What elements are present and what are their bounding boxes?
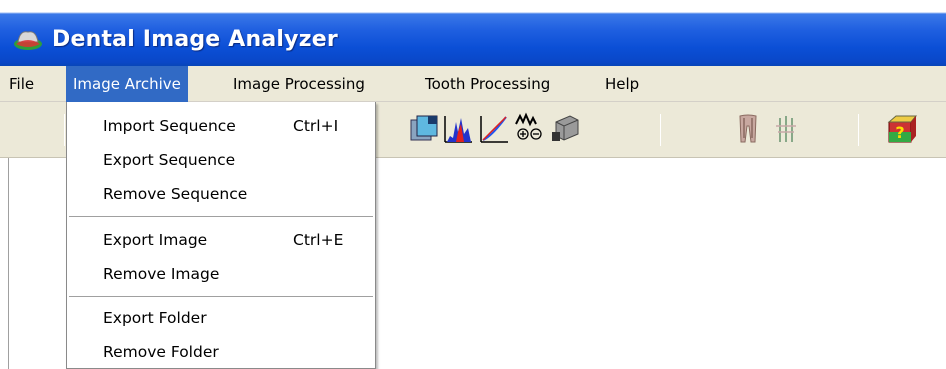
title-bar: Dental Image Analyzer <box>0 0 946 66</box>
menu-help[interactable]: Help <box>598 66 646 102</box>
menu-item-label: Export Image <box>103 231 208 249</box>
image-enhance-icon[interactable] <box>408 112 440 146</box>
help-icon[interactable]: ? <box>886 112 918 146</box>
menu-item-export-image[interactable]: Export Image Ctrl+E <box>67 224 375 256</box>
menu-file[interactable]: File <box>2 66 41 102</box>
menu-item-label: Export Folder <box>103 309 207 327</box>
svg-text:?: ? <box>895 123 904 142</box>
workspace-left-border <box>8 158 9 369</box>
menu-item-remove-folder[interactable]: Remove Folder <box>67 336 375 368</box>
menu-separator <box>69 296 373 297</box>
menu-item-label: Remove Folder <box>103 343 219 361</box>
menu-image-processing[interactable]: Image Processing <box>226 66 372 102</box>
menu-item-export-sequence[interactable]: Export Sequence <box>67 144 375 176</box>
filter-icon[interactable] <box>550 112 582 146</box>
menu-item-remove-image[interactable]: Remove Image <box>67 258 375 290</box>
menu-item-label: Remove Image <box>103 265 220 283</box>
toolbar-separator <box>64 114 65 146</box>
zoom-in-out-icon[interactable] <box>514 112 546 146</box>
menu-item-shortcut: Ctrl+E <box>293 231 344 249</box>
menu-item-import-sequence[interactable]: Import Sequence Ctrl+I <box>67 110 375 142</box>
menu-item-label: Remove Sequence <box>103 185 248 203</box>
image-archive-dropdown: Import Sequence Ctrl+I Export Sequence R… <box>66 102 376 369</box>
window-title: Dental Image Analyzer <box>52 27 338 52</box>
tooth-roots-icon[interactable] <box>770 112 802 146</box>
menu-item-label: Import Sequence <box>103 117 236 135</box>
toolbar-separator <box>660 114 661 146</box>
menu-item-remove-sequence[interactable]: Remove Sequence <box>67 178 375 210</box>
menu-item-shortcut: Ctrl+I <box>293 117 339 135</box>
menu-tooth-processing[interactable]: Tooth Processing <box>418 66 557 102</box>
menu-separator <box>69 216 373 217</box>
tooth-app-icon <box>14 31 42 50</box>
menu-bar: File Image Archive Image Processing Toot… <box>0 66 946 102</box>
toolbar-separator <box>858 114 859 146</box>
curve-icon[interactable] <box>478 112 510 146</box>
menu-item-export-folder[interactable]: Export Folder <box>67 302 375 334</box>
menu-image-archive[interactable]: Image Archive <box>66 66 188 102</box>
histogram-icon[interactable] <box>442 112 474 146</box>
tooth-icon[interactable] <box>732 112 764 146</box>
menu-item-label: Export Sequence <box>103 151 236 169</box>
